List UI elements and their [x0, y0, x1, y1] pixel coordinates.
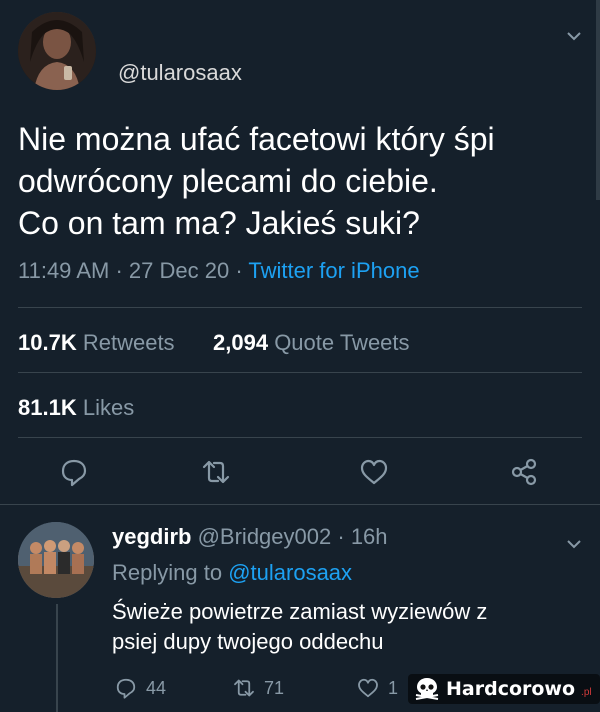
likes-count: 81.1K: [18, 395, 77, 420]
reply-author-handle[interactable]: @Bridgey002: [198, 524, 332, 549]
chevron-down-icon[interactable]: [566, 24, 582, 47]
reply-reply-button[interactable]: 44: [114, 676, 166, 700]
avatar-image: [18, 12, 96, 90]
tweet-time[interactable]: 11:49 AM: [18, 258, 109, 283]
reply-avatar-image: [18, 522, 94, 598]
watermark-text: Hardcorowo: [446, 678, 576, 700]
watermark-suffix: .pl: [581, 686, 592, 698]
retweets-stat[interactable]: 10.7K Retweets: [18, 330, 175, 356]
like-icon: [360, 459, 388, 485]
retweet-icon: [234, 679, 254, 697]
tweet-source-link[interactable]: Twitter for iPhone: [248, 258, 419, 283]
divider: [18, 307, 582, 308]
tweet-date[interactable]: 27 Dec 20: [129, 258, 229, 283]
reply-text-line: psiej dupy twojego oddechu: [112, 629, 384, 654]
divider: [18, 372, 582, 373]
reply-like-button[interactable]: 1: [356, 676, 398, 700]
reply-count: 44: [146, 677, 167, 698]
quotes-count: 2,094: [213, 330, 269, 355]
like-count: 1: [388, 677, 399, 698]
quote-tweets-stat[interactable]: 2,094 Quote Tweets: [213, 330, 410, 356]
share-icon: [511, 458, 537, 486]
retweets-label: Retweets: [82, 330, 175, 355]
retweets-count: 10.7K: [18, 330, 77, 355]
skull-icon: [415, 678, 439, 700]
tweet-text-line: Co on tam ma? Jakieś suki?: [18, 205, 420, 241]
replying-to-mention[interactable]: @tularosaax: [228, 560, 352, 585]
scrollbar[interactable]: [596, 0, 600, 200]
tweet-author-handle[interactable]: @tularosaax: [118, 60, 242, 86]
tweet-text-line: Nie można ufać facetowi który śpi: [18, 121, 495, 157]
reply-button[interactable]: [58, 456, 90, 493]
reply-author-name[interactable]: yegdirb: [112, 524, 191, 549]
watermark: Hardcorowo .pl: [408, 674, 600, 704]
like-button[interactable]: [358, 456, 390, 493]
like-icon: [358, 678, 378, 698]
likes-label: Likes: [82, 395, 135, 420]
reply-icon: [61, 459, 87, 487]
reply-text: Świeże powietrze zamiast wyziewów z psie…: [112, 597, 582, 657]
replying-to: Replying to @tularosaax: [112, 560, 352, 586]
meta-separator: ·: [235, 258, 249, 283]
divider: [18, 437, 582, 438]
retweet-icon: [202, 460, 230, 484]
tweet-text: Nie można ufać facetowi który śpi odwróc…: [18, 118, 588, 244]
tweet-meta: 11:49 AM · 27 Dec 20 · Twitter for iPhon…: [18, 258, 420, 284]
chevron-down-icon[interactable]: [566, 532, 582, 555]
avatar[interactable]: [18, 12, 96, 90]
divider: [0, 504, 600, 505]
retweet-button[interactable]: [200, 456, 232, 493]
quotes-label: Quote Tweets: [274, 330, 410, 355]
likes-stat[interactable]: 81.1K Likes: [18, 395, 134, 421]
thread-line: [56, 604, 58, 712]
retweet-count: 71: [264, 677, 285, 698]
reply-avatar[interactable]: [18, 522, 94, 598]
tweet-text-line: odwrócony plecami do ciebie.: [18, 163, 438, 199]
reply-header: yegdirb @Bridgey002 · 16h: [112, 524, 388, 550]
reply-icon: [116, 678, 136, 699]
share-button[interactable]: [508, 456, 540, 493]
reply-age[interactable]: 16h: [351, 524, 388, 549]
meta-separator: ·: [337, 524, 351, 549]
replying-prefix: Replying to: [112, 560, 223, 585]
reply-text-line: Świeże powietrze zamiast wyziewów z: [112, 599, 488, 624]
meta-separator: ·: [115, 258, 129, 283]
reply-retweet-button[interactable]: 71: [232, 676, 284, 700]
